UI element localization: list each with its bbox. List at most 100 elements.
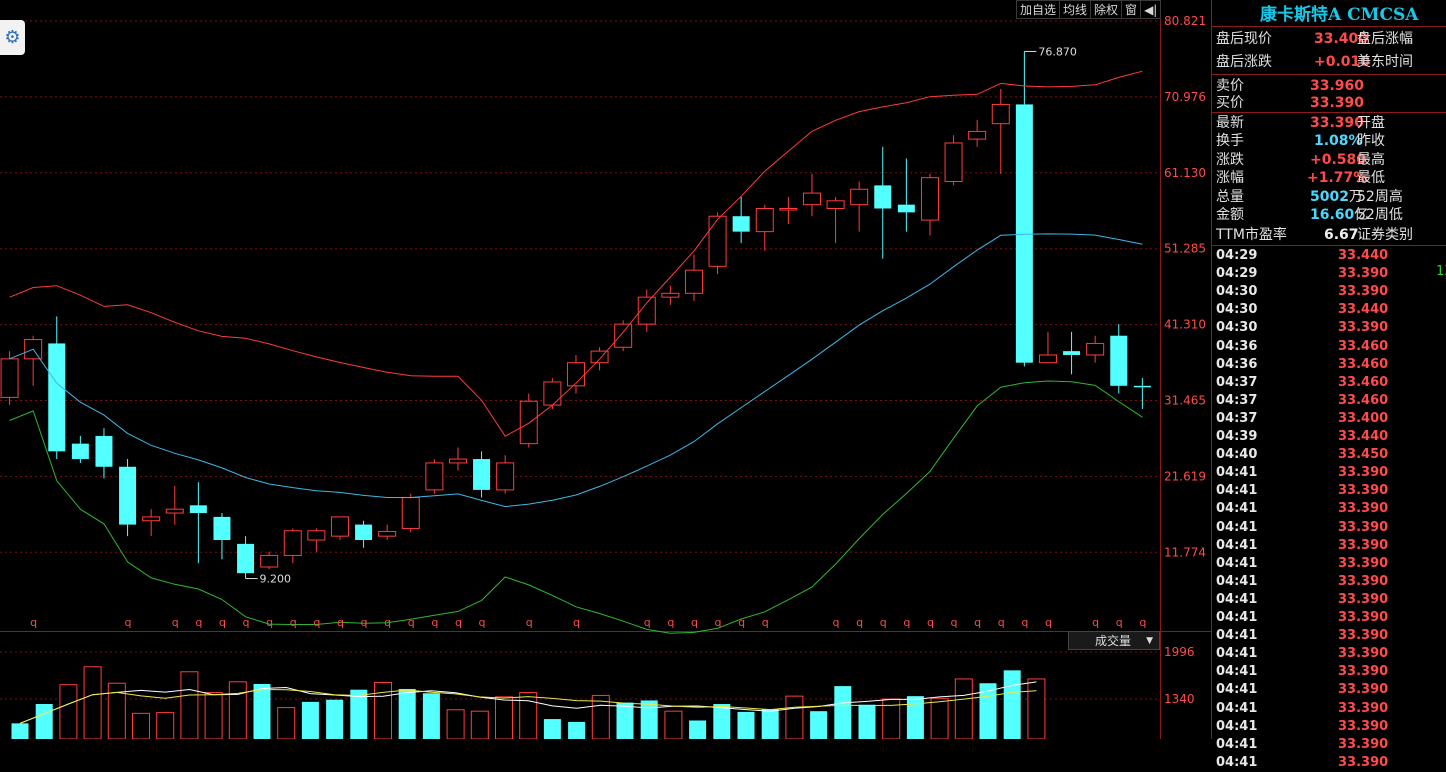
q-marker: q bbox=[195, 616, 202, 629]
tick-price: 33.390 bbox=[1338, 628, 1389, 644]
tick-time: 04:30 bbox=[1216, 320, 1258, 336]
tick-time: 04:29 bbox=[1216, 248, 1258, 263]
turnover-label: 换手 bbox=[1216, 133, 1244, 149]
low-marker-label: 9.200 bbox=[260, 573, 292, 586]
candle-body bbox=[543, 381, 562, 406]
candle-body bbox=[71, 443, 89, 460]
tick-row: 04:37 33.460 bbox=[1216, 392, 1446, 410]
tick-row: 04:36 33.460 bbox=[1216, 338, 1446, 356]
volume-bar bbox=[156, 712, 175, 739]
volume-bar bbox=[785, 695, 804, 739]
volume-bar bbox=[858, 704, 876, 739]
tick-price: 33.440 bbox=[1338, 429, 1389, 444]
candle-body bbox=[189, 505, 207, 514]
ex-rights-button[interactable]: 除权 bbox=[1090, 0, 1123, 19]
tick-row: 04:41 33.390 bbox=[1216, 718, 1446, 736]
price-axis-label: 70.976 bbox=[1164, 90, 1206, 104]
tick-row: 04:41 33.390 bbox=[1216, 573, 1446, 591]
week52-high-label: 52周高 bbox=[1357, 189, 1403, 205]
volume-value: 5002 bbox=[1310, 189, 1349, 205]
volume-axis-label: 1340 bbox=[1164, 692, 1195, 706]
candle-body bbox=[661, 292, 680, 298]
sell-value: 33.960 bbox=[1310, 78, 1365, 94]
tick-row: 04:36 33.460 bbox=[1216, 356, 1446, 374]
q-marker: q bbox=[243, 616, 250, 629]
tick-row: 04:37 33.460 bbox=[1216, 374, 1446, 392]
volume-bar bbox=[132, 712, 150, 739]
tick-row: 04:29 33.440 bbox=[1216, 247, 1446, 265]
q-marker: q bbox=[1139, 616, 1146, 629]
tick-price: 33.440 bbox=[1338, 248, 1389, 263]
after-hours-price-row: 盘后现价 33.400 盘后涨幅 bbox=[1216, 30, 1446, 48]
tick-row: 04:30 33.390 bbox=[1216, 319, 1446, 337]
tick-row: 04:41 33.390 bbox=[1216, 500, 1446, 518]
q-marker: q bbox=[833, 616, 840, 629]
volume-bar bbox=[906, 696, 924, 739]
latest-row: 最新 33.390 开盘 bbox=[1216, 114, 1446, 132]
amount-row: 金额 16.60亿 52周低 bbox=[1216, 206, 1446, 224]
buy-row: 买价 33.390 bbox=[1216, 94, 1364, 112]
buy-label: 买价 bbox=[1216, 95, 1244, 111]
tick-row: 04:41 33.390 bbox=[1216, 627, 1446, 645]
buy-value: 33.390 bbox=[1310, 95, 1365, 111]
q-marker: q bbox=[738, 616, 745, 629]
high-label: 最高 bbox=[1357, 152, 1385, 168]
candle-body bbox=[826, 200, 845, 210]
q-marker: q bbox=[172, 616, 179, 629]
tick-time: 04:41 bbox=[1216, 591, 1258, 607]
candle-body bbox=[566, 362, 585, 387]
add-watchlist-button[interactable]: 加自选 bbox=[1016, 0, 1061, 19]
tick-price: 33.460 bbox=[1338, 374, 1389, 390]
tick-time: 04:41 bbox=[1216, 682, 1258, 698]
candle-body bbox=[473, 459, 491, 490]
collapse-panel-button[interactable]: ◀| bbox=[1140, 0, 1162, 19]
tick-time: 04:29 bbox=[1216, 266, 1258, 282]
q-marker: q bbox=[313, 616, 320, 629]
tick-price: 33.390 bbox=[1338, 284, 1389, 300]
kline-chart[interactable]: 80.821 70.976 61.130 51.285 41.310 31.465 21.6… bbox=[0, 0, 1211, 739]
chart-toolbar: 加自选 均线 除权 窗 ◀| bbox=[1016, 0, 1162, 19]
tick-price: 33.390 bbox=[1338, 664, 1389, 680]
price-axis-label: 51.285 bbox=[1164, 242, 1206, 256]
candle-body bbox=[684, 269, 703, 294]
settings-button[interactable]: ⚙ bbox=[0, 20, 25, 55]
q-marker: q bbox=[644, 616, 651, 629]
volume-bar bbox=[543, 719, 561, 739]
tick-row: 04:41 33.390 bbox=[1216, 519, 1446, 537]
candle-body bbox=[991, 103, 1010, 125]
turnover-value: 1.08% bbox=[1314, 133, 1363, 149]
tick-time: 04:41 bbox=[1216, 555, 1258, 571]
window-button[interactable]: 窗 bbox=[1121, 0, 1142, 19]
tick-price: 33.390 bbox=[1338, 465, 1389, 481]
q-marker: q bbox=[1045, 616, 1052, 629]
q-marker: q bbox=[384, 616, 391, 629]
candle-body bbox=[614, 323, 633, 348]
q-marker: q bbox=[431, 616, 438, 629]
tick-price: 33.450 bbox=[1338, 447, 1389, 463]
prev-close-label: 昨收 bbox=[1357, 133, 1385, 149]
candle-body bbox=[260, 554, 279, 568]
q-marker: q bbox=[715, 616, 722, 629]
volume-axis-label: 1996 bbox=[1164, 645, 1195, 659]
tick-time: 04:41 bbox=[1216, 736, 1258, 752]
tick-time: 04:30 bbox=[1216, 284, 1258, 300]
tick-row: 04:37 33.400 bbox=[1216, 410, 1446, 428]
security-type-label: 证券类别 bbox=[1357, 227, 1413, 243]
volume-bar bbox=[689, 720, 707, 739]
candle-body bbox=[448, 458, 467, 464]
tick-time: 04:30 bbox=[1216, 302, 1258, 318]
moving-average-button[interactable]: 均线 bbox=[1059, 0, 1092, 19]
tick-row: 04:41 33.390 bbox=[1216, 537, 1446, 555]
tick-price: 33.390 bbox=[1338, 573, 1389, 589]
volume-bar bbox=[713, 704, 731, 739]
q-marker: q bbox=[290, 616, 297, 629]
tick-row: 04:41 33.390 bbox=[1216, 754, 1446, 772]
q-marker: q bbox=[30, 616, 37, 629]
price-axis-label: 41.310 bbox=[1164, 318, 1206, 332]
volume-bar bbox=[737, 711, 755, 739]
tick-row: 04:41 33.390 bbox=[1216, 645, 1446, 663]
tick-row: 04:41 33.390 bbox=[1216, 555, 1446, 573]
volume-indicator-select[interactable]: 成交量 ▼ bbox=[1068, 631, 1160, 650]
candle-body bbox=[1038, 354, 1057, 364]
q-marker: q bbox=[667, 616, 674, 629]
